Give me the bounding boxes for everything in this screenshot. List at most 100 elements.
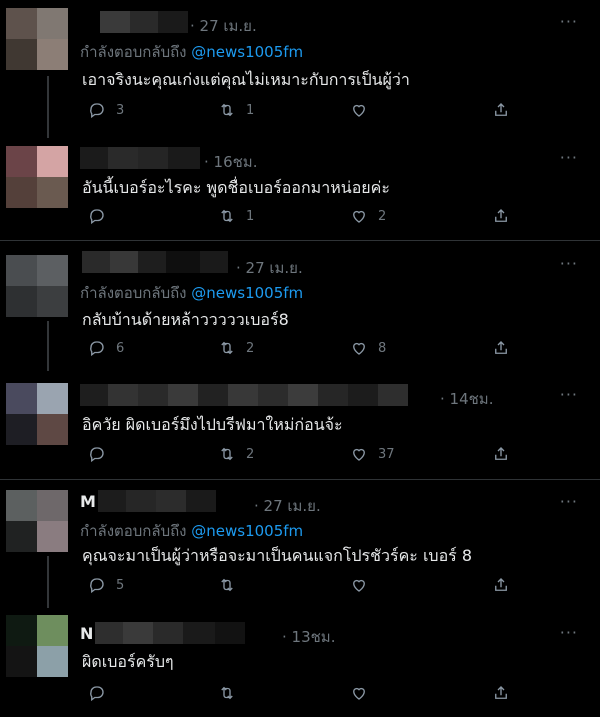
retweet-button[interactable] (218, 576, 246, 594)
replying-to-label: กำลังตอบกลับถึง (80, 43, 187, 61)
retweet-icon (221, 686, 233, 700)
display-name-redacted[interactable]: N (80, 622, 246, 644)
tweet-time[interactable]: · 27 เม.ย. (254, 494, 321, 518)
retweet-button[interactable]: 2 (218, 339, 254, 357)
retweet-count: 2 (246, 446, 255, 462)
retweet-icon (221, 103, 233, 117)
avatar[interactable] (6, 615, 68, 677)
share-button[interactable] (492, 576, 510, 594)
like-button[interactable] (350, 101, 378, 119)
tweet-time[interactable]: · 13ชม. (282, 625, 335, 649)
heart-icon (353, 104, 365, 117)
tweet-actions: 6 2 8 (88, 339, 520, 361)
tweet-text: กลับบ้านด้ายหล้าวววววเบอร์8 (82, 310, 289, 329)
reply-icon (90, 686, 104, 702)
more-icon[interactable]: ··· (560, 623, 578, 642)
more-icon[interactable]: ··· (560, 492, 578, 511)
like-button[interactable] (350, 576, 378, 594)
retweet-button[interactable]: 1 (218, 101, 254, 119)
tweet-time[interactable]: · 16ชม. (204, 150, 257, 174)
reply-icon (90, 578, 104, 594)
share-icon (495, 578, 507, 591)
reply-button[interactable] (88, 445, 116, 463)
display-name-redacted[interactable] (80, 147, 200, 169)
thread-line (47, 321, 49, 371)
avatar[interactable] (6, 8, 68, 70)
tweet-actions: 5 (88, 576, 520, 598)
mention-link[interactable]: @news1005fm (191, 43, 303, 61)
retweet-button[interactable]: 1 (218, 207, 254, 225)
reply-count: 3 (116, 102, 125, 118)
reply-icon (90, 103, 104, 119)
retweet-icon (221, 447, 233, 461)
share-icon (495, 341, 507, 354)
tweet-actions (88, 684, 520, 706)
reply-button[interactable]: 3 (88, 101, 124, 119)
like-button[interactable]: 8 (350, 339, 386, 357)
tweet-text: ผิดเบอร์ครับๆ (82, 652, 174, 671)
display-name-redacted[interactable] (100, 11, 188, 33)
retweet-button[interactable]: 2 (218, 445, 254, 463)
replying-to: กำลังตอบกลับถึง @news1005fm (80, 281, 303, 305)
reply-button[interactable] (88, 207, 116, 225)
display-name-initial: M (80, 491, 96, 511)
more-icon[interactable]: ··· (560, 12, 578, 31)
more-icon[interactable]: ··· (560, 254, 578, 273)
reply-button[interactable] (88, 684, 116, 702)
replying-to-label: กำลังตอบกลับถึง (80, 284, 187, 302)
avatar[interactable] (6, 146, 68, 208)
mention-link[interactable]: @news1005fm (191, 522, 303, 540)
heart-icon (353, 687, 365, 700)
retweet-count: 1 (246, 208, 255, 224)
share-button[interactable] (492, 339, 510, 357)
share-icon (495, 447, 507, 460)
heart-icon (353, 210, 365, 223)
like-count: 37 (378, 446, 395, 462)
like-count: 2 (378, 208, 387, 224)
tweet-text: เอาจริงนะคุณเก่งแต่คุณไม่เหมาะกับการเป็น… (82, 70, 410, 89)
display-name-redacted[interactable] (80, 384, 408, 406)
display-name-initial: N (80, 623, 94, 643)
like-button[interactable]: 37 (350, 445, 395, 463)
tweet-actions: 2 37 (88, 445, 520, 467)
mention-link[interactable]: @news1005fm (191, 284, 303, 302)
display-name-redacted[interactable]: M (80, 490, 216, 512)
avatar[interactable] (6, 490, 68, 552)
share-icon (495, 103, 507, 116)
share-button[interactable] (492, 684, 510, 702)
share-button[interactable] (492, 207, 510, 225)
display-name-redacted[interactable] (82, 251, 228, 273)
reply-icon (90, 341, 104, 357)
tweet-actions: 1 2 (88, 207, 520, 229)
replying-to: กำลังตอบกลับถึง @news1005fm (80, 40, 303, 64)
thread-line (47, 556, 49, 608)
reply-count: 6 (116, 340, 125, 356)
avatar[interactable] (6, 383, 68, 445)
retweet-icon (221, 341, 233, 355)
reply-button[interactable]: 6 (88, 339, 124, 357)
retweet-icon (221, 209, 233, 223)
retweet-count: 1 (246, 102, 255, 118)
heart-icon (353, 342, 365, 355)
retweet-button[interactable] (218, 684, 246, 702)
avatar[interactable] (6, 255, 68, 317)
heart-icon (353, 579, 365, 592)
like-button[interactable]: 2 (350, 207, 386, 225)
tweet-actions: 3 1 (88, 101, 520, 123)
tweet-thread-3: M · 27 เม.ย. ··· กำลังตอบกลับถึง @news10… (0, 480, 600, 717)
more-icon[interactable]: ··· (560, 385, 578, 404)
tweet-thread-2: · 27 เม.ย. ··· กำลังตอบกลับถึง @news1005… (0, 241, 600, 479)
tweet-time[interactable]: · 14ชม. (440, 387, 493, 411)
more-icon[interactable]: ··· (560, 148, 578, 167)
reply-icon (90, 209, 104, 225)
reply-icon (90, 447, 104, 463)
thread-line (47, 76, 49, 138)
tweet-time[interactable]: · 27 เม.ย. (190, 14, 257, 38)
retweet-count: 2 (246, 340, 255, 356)
reply-button[interactable]: 5 (88, 576, 124, 594)
tweet-time[interactable]: · 27 เม.ย. (236, 256, 303, 280)
share-button[interactable] (492, 445, 510, 463)
share-icon (495, 686, 507, 699)
like-button[interactable] (350, 684, 378, 702)
share-button[interactable] (492, 101, 510, 119)
